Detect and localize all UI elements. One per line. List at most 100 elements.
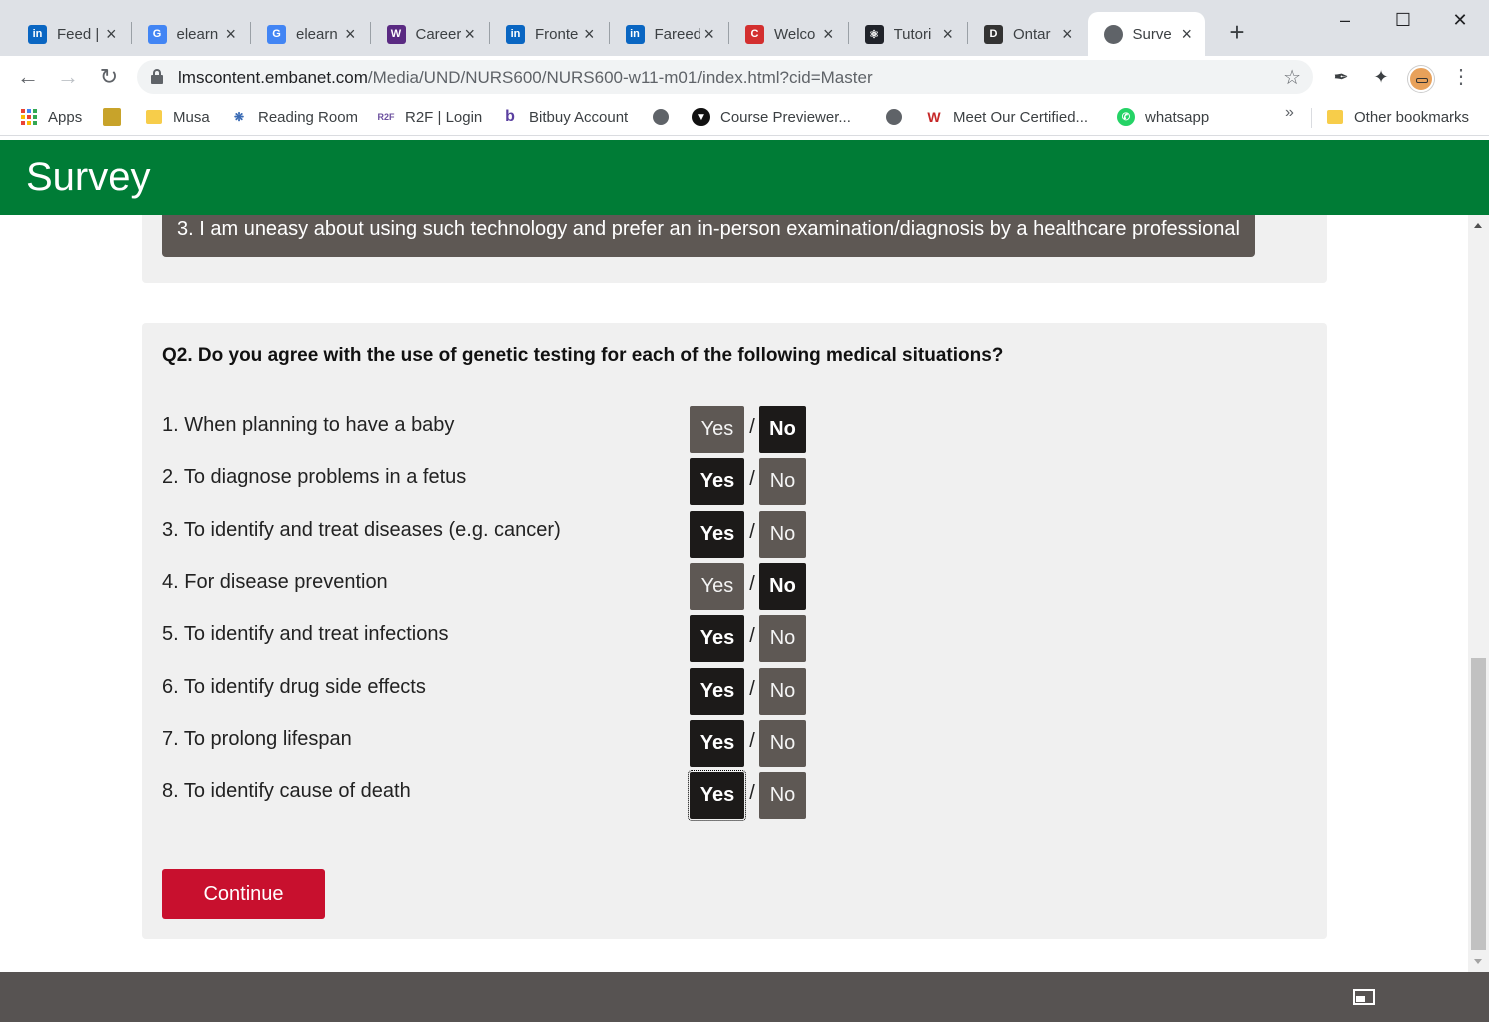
browser-tab[interactable]: in Fronte × bbox=[490, 12, 608, 56]
question-item-row: 2. To diagnose problems in a fetus Yes / No bbox=[162, 458, 842, 506]
yes-option-button[interactable]: Yes bbox=[690, 510, 744, 558]
question-item-label: 6. To identify drug side effects bbox=[162, 675, 426, 698]
continue-button[interactable]: Continue bbox=[162, 869, 325, 919]
tab-close-icon[interactable]: × bbox=[222, 25, 239, 43]
certified-icon: W bbox=[927, 109, 941, 125]
scroll-up-arrow-icon[interactable] bbox=[1474, 223, 1482, 228]
tab-close-icon[interactable]: × bbox=[1059, 25, 1076, 43]
tab-close-icon[interactable]: × bbox=[1178, 25, 1195, 43]
extensions-puzzle-icon[interactable]: ✦ bbox=[1370, 66, 1392, 88]
bookmarks-overflow-button[interactable]: » bbox=[1285, 104, 1294, 122]
browser-tab[interactable]: D Ontar × bbox=[968, 12, 1086, 56]
previous-answer-option[interactable]: 3. I am uneasy about using such technolo… bbox=[162, 215, 1255, 257]
tab-close-icon[interactable]: × bbox=[103, 25, 120, 43]
no-option-button[interactable]: No bbox=[759, 510, 806, 558]
browser-tab[interactable]: C Welco × bbox=[729, 12, 847, 56]
bookmark-favicon[interactable] bbox=[103, 106, 131, 128]
page-title: Survey bbox=[26, 155, 151, 199]
tab-close-icon[interactable]: × bbox=[461, 25, 478, 43]
scrollbar-thumb[interactable] bbox=[1471, 658, 1486, 950]
tab-title: Ontar bbox=[1013, 25, 1051, 43]
tab-close-icon[interactable]: × bbox=[700, 25, 717, 43]
bookmark-star-icon[interactable]: ☆ bbox=[1283, 65, 1301, 90]
page-scrollbar[interactable] bbox=[1468, 215, 1489, 972]
fullscreen-icon[interactable] bbox=[1353, 989, 1375, 1005]
no-option-button[interactable]: No bbox=[759, 615, 806, 663]
browser-tab[interactable]: ⚛ Tutori × bbox=[849, 12, 967, 56]
no-option-button[interactable]: No bbox=[759, 667, 806, 715]
bookmark-bitbuy[interactable]: b Bitbuy Account bbox=[501, 106, 628, 128]
question-item-row: 6. To identify drug side effects Yes / No bbox=[162, 667, 842, 716]
bookmark-musa[interactable]: Musa bbox=[145, 106, 210, 128]
chrome-menu-icon[interactable]: ⋮ bbox=[1450, 62, 1472, 92]
question-item-row: 1. When planning to have a baby Yes / No bbox=[162, 406, 842, 454]
yes-option-button[interactable]: Yes bbox=[690, 667, 744, 715]
bookmark-course-previewer[interactable]: ▼ Course Previewer... bbox=[692, 106, 851, 128]
yes-option-button[interactable]: Yes bbox=[690, 615, 744, 663]
browser-tab[interactable]: in Feed | × bbox=[12, 12, 130, 56]
tab-separator bbox=[369, 22, 371, 44]
globe-icon bbox=[652, 108, 670, 126]
tab-title: Welco bbox=[774, 25, 816, 43]
browser-tab[interactable]: Gelearn × bbox=[132, 12, 250, 56]
yes-option-button[interactable]: Yes bbox=[690, 406, 744, 453]
tab-separator bbox=[728, 22, 729, 44]
maximize-icon[interactable]: ☐ bbox=[1388, 6, 1418, 36]
question-item-label: 1. When planning to have a baby bbox=[162, 414, 455, 436]
browser-tab[interactable]: W Career × bbox=[371, 12, 489, 56]
minimize-icon[interactable]: – bbox=[1330, 6, 1360, 36]
tab-separator bbox=[130, 22, 132, 44]
tab-close-icon[interactable]: × bbox=[939, 25, 956, 43]
globe-icon bbox=[1103, 24, 1123, 44]
browser-tab[interactable]: Gelearn × bbox=[251, 12, 369, 56]
bookmark-apps[interactable]: Apps bbox=[20, 106, 82, 128]
question-item-label: 5. To identify and treat infections bbox=[162, 623, 449, 646]
bookmark-r2f[interactable]: R2F R2F | Login bbox=[377, 106, 482, 128]
option-separator: / bbox=[749, 520, 755, 543]
question-item-label: 4. For disease prevention bbox=[162, 570, 388, 593]
no-option-button[interactable]: No bbox=[759, 562, 806, 610]
address-bar[interactable]: lmscontent.embanet.com/Media/UND/NURS600… bbox=[137, 60, 1313, 94]
back-arrow-icon[interactable]: ← bbox=[13, 62, 43, 92]
no-option-button[interactable]: No bbox=[759, 458, 806, 506]
url-text[interactable]: lmscontent.embanet.com/Media/UND/NURS600… bbox=[178, 68, 873, 88]
yes-option-button[interactable]: Yes bbox=[690, 458, 744, 506]
tab-close-icon[interactable]: × bbox=[342, 25, 359, 43]
other-bookmarks[interactable]: Other bookmarks bbox=[1326, 106, 1469, 128]
yes-option-button[interactable]: Yes bbox=[690, 562, 744, 610]
bookmark-globe[interactable] bbox=[652, 106, 680, 128]
browser-tab[interactable]: Surve × bbox=[1087, 12, 1205, 56]
window-close-icon[interactable]: ✕ bbox=[1445, 6, 1475, 36]
university-crest-icon: W bbox=[386, 24, 406, 44]
bookmark-meet-certified[interactable]: W Meet Our Certified... bbox=[925, 106, 1088, 128]
previous-question-panel: 3. I am uneasy about using such technolo… bbox=[142, 215, 1327, 283]
question-2-panel: Q2. Do you agree with the use of genetic… bbox=[142, 323, 1327, 939]
question-title: Q2. Do you agree with the use of genetic… bbox=[162, 345, 1004, 366]
bookmark-label: Reading Room bbox=[258, 108, 359, 126]
option-separator: / bbox=[749, 782, 755, 805]
url-path: /Media/UND/NURS600/NURS600-w11-m01/index… bbox=[367, 68, 873, 87]
tab-title: Career bbox=[415, 25, 462, 43]
no-option-button[interactable]: No bbox=[759, 719, 806, 767]
profile-avatar[interactable] bbox=[1408, 66, 1434, 92]
bookmark-whatsapp[interactable]: ✆ whatsapp bbox=[1117, 106, 1209, 128]
bookmark-globe-2[interactable] bbox=[885, 106, 913, 128]
yes-option-button[interactable]: Yes bbox=[688, 770, 746, 822]
reload-icon[interactable]: ↻ bbox=[94, 62, 124, 92]
tab-close-icon[interactable]: × bbox=[820, 25, 837, 43]
tab-close-icon[interactable]: × bbox=[581, 25, 598, 43]
bookmark-reading-room[interactable]: ❋ Reading Room bbox=[230, 106, 358, 128]
eyedropper-extension-icon[interactable]: ✒ bbox=[1330, 66, 1352, 88]
forward-arrow-icon[interactable]: → bbox=[53, 62, 83, 92]
other-bookmarks-label: Other bookmarks bbox=[1354, 108, 1470, 126]
scroll-down-arrow-icon[interactable] bbox=[1474, 959, 1482, 964]
tab-separator bbox=[608, 22, 610, 44]
no-option-button[interactable]: No bbox=[759, 772, 806, 820]
whatsapp-icon: ✆ bbox=[1117, 108, 1135, 126]
yes-option-button[interactable]: Yes bbox=[690, 719, 744, 767]
tab-separator bbox=[967, 22, 968, 44]
linkedin-icon: in bbox=[28, 24, 47, 44]
browser-tab[interactable]: in Fareed × bbox=[610, 12, 728, 56]
no-option-button[interactable]: No bbox=[759, 406, 806, 453]
new-tab-plus-icon[interactable]: + bbox=[1224, 19, 1250, 46]
